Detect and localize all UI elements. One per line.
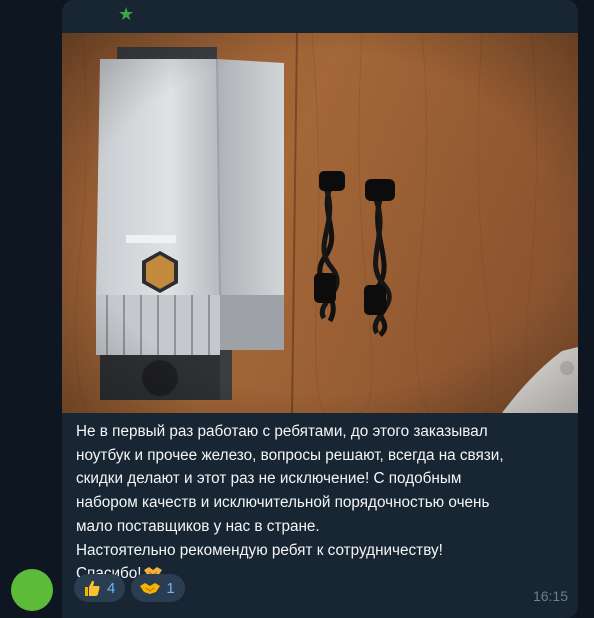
reaction-count: 4 [107, 579, 116, 597]
sender-avatar[interactable] [11, 569, 53, 611]
caption-line: ноутбук и прочее железо, вопросы решают,… [76, 446, 504, 464]
caption-line: набором качеств и исключительной порядоч… [76, 494, 490, 512]
message-time: 16:15 [532, 588, 568, 604]
handshake-icon [140, 583, 161, 594]
message-photo[interactable] [62, 33, 578, 413]
message-caption: Не в первый раз работаю с ребятами, до э… [76, 420, 568, 586]
message-header: ★ [62, 0, 578, 33]
star-icon[interactable]: ★ [118, 3, 134, 25]
caption-line: Настоятельно рекомендую ребят к сотрудни… [76, 541, 443, 559]
caption-line: Не в первый раз работаю с ребятами, до э… [76, 423, 488, 440]
caption-line: скидки делают и этот раз не исключение! … [76, 470, 462, 488]
caption-line: мало поставщиков у нас в стране. [76, 517, 320, 535]
reactions-bar: 4 1 [74, 574, 185, 602]
reaction-thumbs-up[interactable]: 4 [74, 574, 126, 602]
reaction-count: 1 [166, 579, 175, 597]
reaction-handshake[interactable]: 1 [131, 574, 185, 602]
thumbs-up-icon [85, 580, 100, 596]
message-bubble: ★ Не в первый раз работаю с ребятами, до… [62, 0, 578, 618]
